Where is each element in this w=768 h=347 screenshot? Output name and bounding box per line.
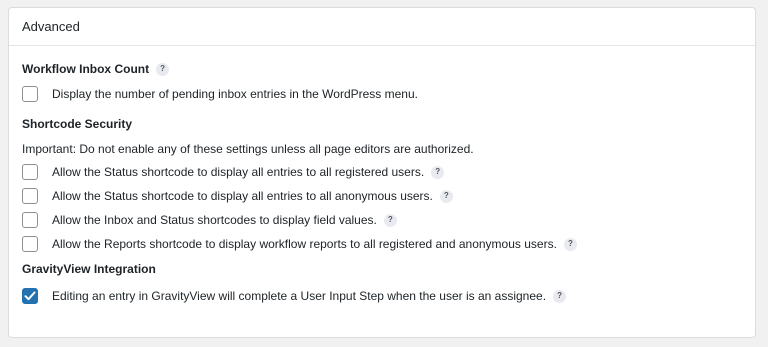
help-icon[interactable]: ?: [431, 165, 445, 179]
section-title-inbox-count: Workflow Inbox Count ?: [22, 60, 755, 78]
advanced-settings-panel: Advanced Workflow Inbox Count ? Display …: [8, 7, 756, 338]
help-icon[interactable]: ?: [156, 62, 170, 76]
security-option-registered: Allow the Status shortcode to display al…: [22, 160, 755, 184]
security-option-anonymous: Allow the Status shortcode to display al…: [22, 184, 755, 208]
panel-header: Advanced: [9, 8, 755, 46]
security-option-field-values: Allow the Inbox and Status shortcodes to…: [22, 208, 755, 232]
checkmark-icon: [24, 291, 36, 301]
help-icon[interactable]: ?: [439, 189, 453, 203]
gravityview-label: Editing an entry in GravityView will com…: [52, 289, 547, 303]
status-anonymous-label: Allow the Status shortcode to display al…: [52, 189, 433, 203]
reports-checkbox[interactable]: [22, 236, 38, 252]
status-registered-label: Allow the Status shortcode to display al…: [52, 165, 425, 179]
section-title-gravityview: GravityView Integration: [22, 260, 755, 278]
security-warning-note: Important: Do not enable any of these se…: [22, 142, 474, 156]
inbox-count-label: Display the number of pending inbox entr…: [52, 87, 418, 101]
gravityview-title: GravityView Integration: [22, 262, 156, 276]
help-icon[interactable]: ?: [563, 237, 577, 251]
inbox-count-option: Display the number of pending inbox entr…: [22, 82, 755, 106]
panel-title: Advanced: [22, 19, 80, 34]
shortcode-security-title: Shortcode Security: [22, 117, 133, 131]
inbox-count-checkbox[interactable]: [22, 86, 38, 102]
gravityview-option: Editing an entry in GravityView will com…: [22, 284, 755, 308]
reports-label: Allow the Reports shortcode to display w…: [52, 237, 557, 251]
security-option-reports: Allow the Reports shortcode to display w…: [22, 232, 755, 256]
help-icon[interactable]: ?: [383, 213, 397, 227]
field-values-label: Allow the Inbox and Status shortcodes to…: [52, 213, 377, 227]
inbox-count-title: Workflow Inbox Count: [22, 62, 150, 76]
help-icon[interactable]: ?: [553, 289, 567, 303]
field-values-checkbox[interactable]: [22, 212, 38, 228]
status-registered-checkbox[interactable]: [22, 164, 38, 180]
section-title-shortcode-security: Shortcode Security: [22, 115, 755, 133]
panel-body: Workflow Inbox Count ? Display the numbe…: [9, 46, 755, 308]
status-anonymous-checkbox[interactable]: [22, 188, 38, 204]
gravityview-checkbox[interactable]: [22, 288, 38, 304]
